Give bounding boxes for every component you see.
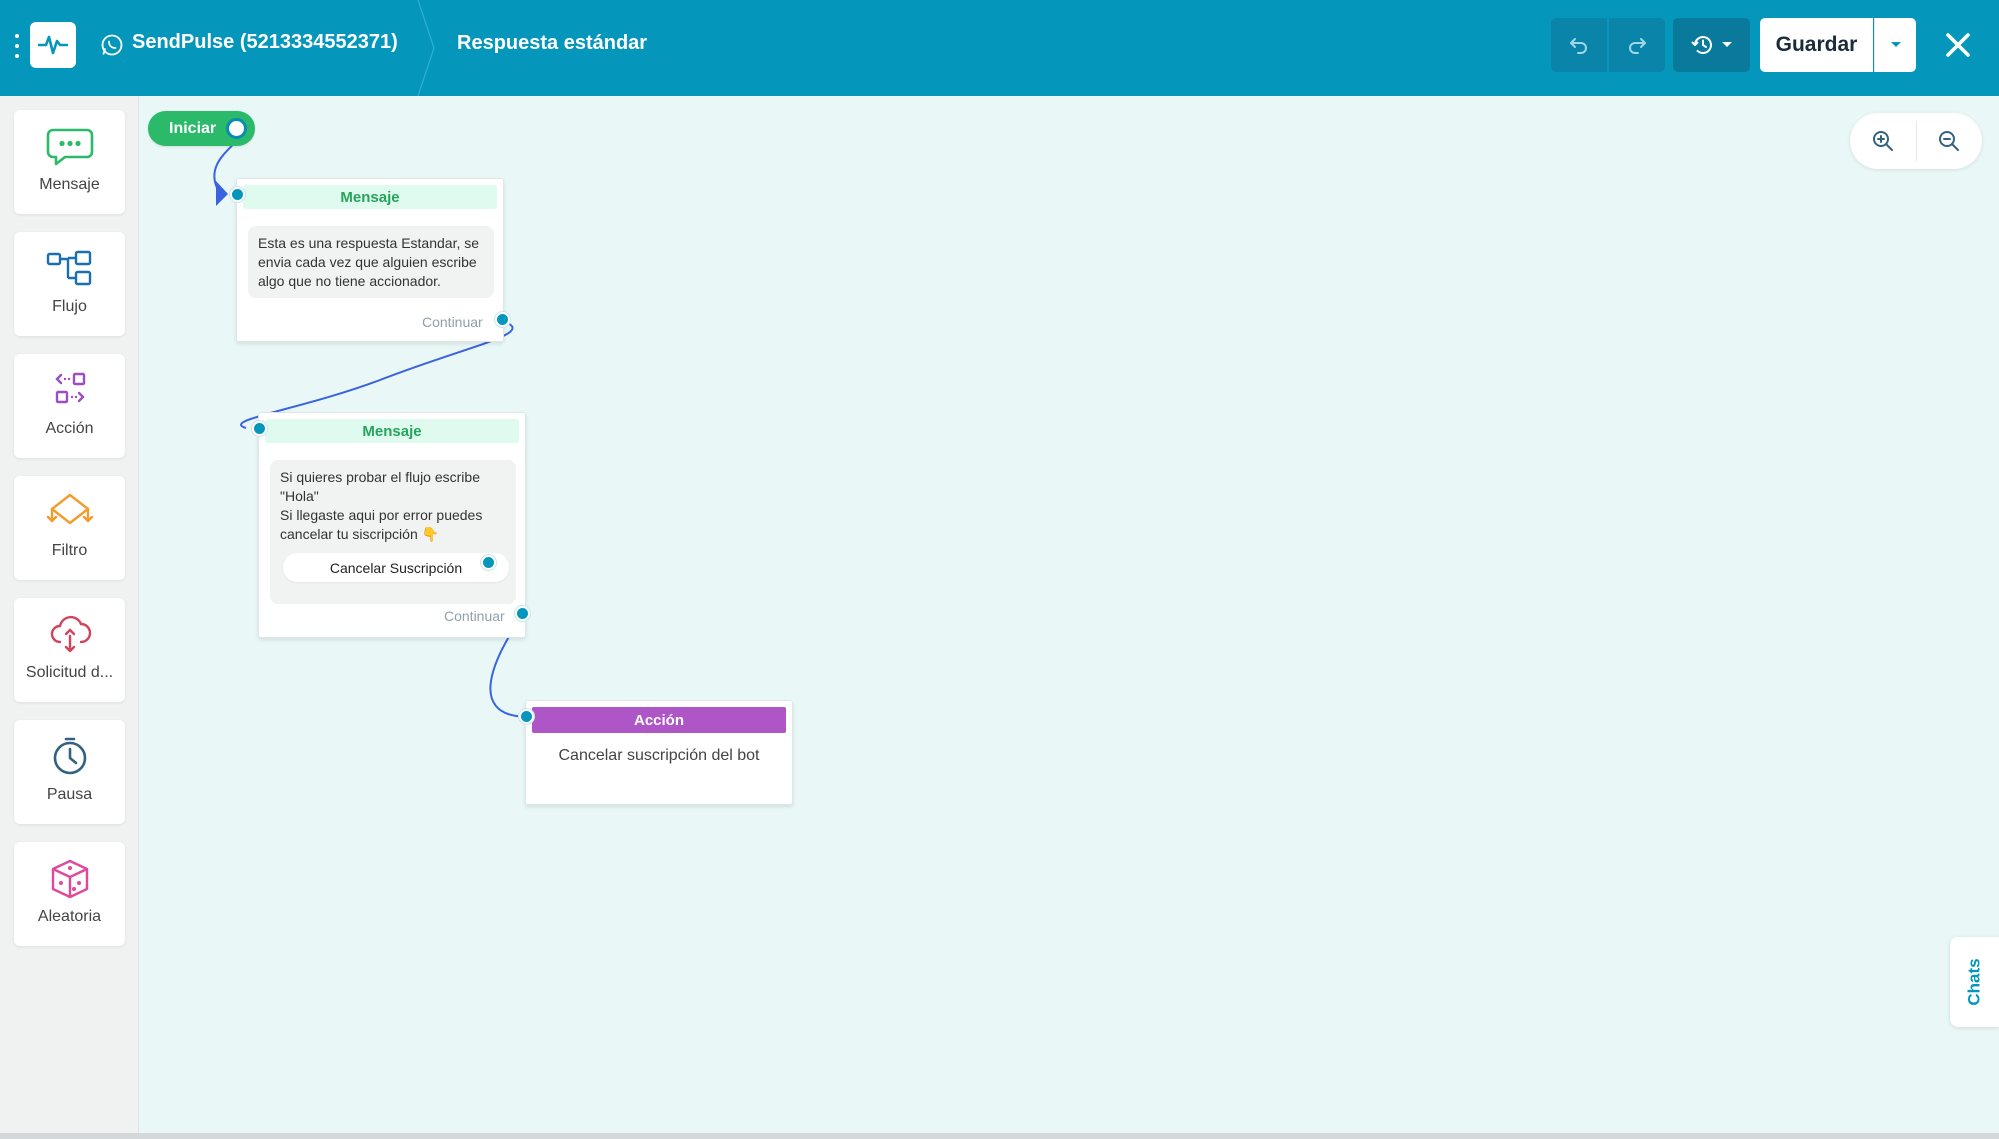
- message-line: Si llegaste aqui por error puedes: [280, 507, 483, 523]
- start-label: Iniciar: [169, 119, 217, 137]
- node-title: Mensaje: [243, 185, 497, 209]
- continue-label: Continuar: [444, 608, 505, 624]
- input-port[interactable]: [230, 187, 245, 202]
- unsubscribe-button[interactable]: Cancelar Suscripción: [283, 553, 509, 582]
- bottom-scrollbar[interactable]: [0, 1133, 1999, 1139]
- message-node-2[interactable]: Mensaje Si quieres probar el flujo escri…: [258, 412, 526, 638]
- action-node[interactable]: Acción Cancelar suscripción del bot: [525, 700, 793, 805]
- continue-label: Continuar: [422, 314, 483, 330]
- node-title: Mensaje: [265, 419, 519, 443]
- zoom-out-button[interactable]: [1917, 113, 1983, 169]
- zoom-controls: [1850, 113, 1982, 169]
- chats-tab[interactable]: Chats: [1950, 937, 1999, 1027]
- message-line: "Hola": [280, 488, 319, 504]
- input-port[interactable]: [519, 709, 534, 724]
- message-text: Si quieres probar el flujo escribe "Hola…: [270, 460, 516, 604]
- zoom-out-icon: [1939, 131, 1960, 151]
- action-text: Cancelar suscripción del bot: [558, 747, 760, 764]
- message-line: cancelar tu siscripción 👇: [280, 526, 440, 542]
- chats-label: Chats: [1964, 958, 1984, 1006]
- continue-output-port[interactable]: [495, 312, 510, 327]
- message-line: Si quieres probar el flujo escribe: [280, 469, 480, 485]
- continue-output-port[interactable]: [515, 606, 530, 621]
- zoom-in-button[interactable]: [1850, 113, 1916, 169]
- zoom-in-icon: [1872, 131, 1893, 151]
- node-title: Acción: [532, 707, 786, 733]
- connection-arrow-icon: [216, 181, 228, 206]
- start-node[interactable]: Iniciar: [148, 111, 255, 146]
- message-node-1[interactable]: Mensaje Esta es una respuesta Estandar, …: [236, 178, 504, 342]
- button-output-port[interactable]: [481, 555, 496, 570]
- message-text: Esta es una respuesta Estandar, se envia…: [248, 226, 494, 298]
- input-port[interactable]: [252, 421, 267, 436]
- start-output-port[interactable]: [226, 118, 247, 139]
